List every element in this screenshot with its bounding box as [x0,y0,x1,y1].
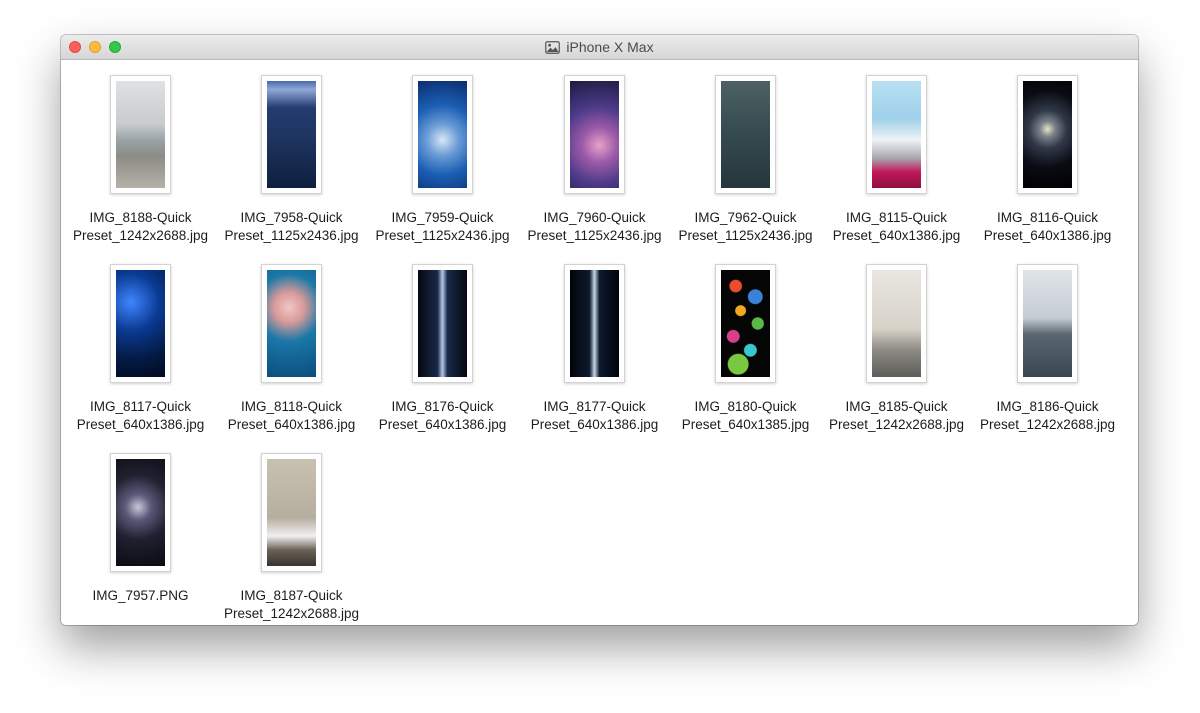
file-thumbnail[interactable] [412,264,473,383]
file-name[interactable]: IMG_8176-Quick Preset_640x1386.jpg [367,398,518,434]
file-name[interactable]: IMG_7962-Quick Preset_1125x2436.jpg [670,209,821,245]
file-name[interactable]: IMG_8188-Quick Preset_1242x2688.jpg [65,209,216,245]
file-thumbnail[interactable] [261,75,322,194]
file-name[interactable]: IMG_8116-Quick Preset_640x1386.jpg [972,209,1123,245]
file-name[interactable]: IMG_8180-Quick Preset_640x1385.jpg [670,398,821,434]
window-title-text: iPhone X Max [566,39,654,55]
file-name[interactable]: IMG_7958-Quick Preset_1125x2436.jpg [216,209,367,245]
file-thumbnail[interactable] [564,264,625,383]
title-bar[interactable]: iPhone X Max [61,35,1138,60]
file-thumbnail[interactable] [110,75,171,194]
file-name[interactable]: IMG_7960-Quick Preset_1125x2436.jpg [519,209,670,245]
file-grid[interactable]: IMG_8188-Quick Preset_1242x2688.jpg IMG_7… [61,60,1138,625]
file-thumbnail[interactable] [110,453,171,572]
file-thumbnail[interactable] [715,75,776,194]
file-name[interactable]: IMG_8177-Quick Preset_640x1386.jpg [519,398,670,434]
file-thumbnail[interactable] [110,264,171,383]
file-thumbnail[interactable] [412,75,473,194]
file-thumbnail[interactable] [715,264,776,383]
file-name[interactable]: IMG_8118-Quick Preset_640x1386.jpg [216,398,367,434]
file-thumbnail[interactable] [261,264,322,383]
file-name[interactable]: IMG_7957.PNG [65,587,216,605]
file-name[interactable]: IMG_8115-Quick Preset_640x1386.jpg [821,209,972,245]
file-name[interactable]: IMG_8186-Quick Preset_1242x2688.jpg [972,398,1123,434]
window-title: iPhone X Max [61,35,1138,59]
file-thumbnail[interactable] [1017,264,1078,383]
file-thumbnail[interactable] [866,264,927,383]
file-thumbnail[interactable] [866,75,927,194]
file-name[interactable]: IMG_8187-Quick Preset_1242x2688.jpg [216,587,367,623]
file-name[interactable]: IMG_8117-Quick Preset_640x1386.jpg [65,398,216,434]
file-name[interactable]: IMG_8185-Quick Preset_1242x2688.jpg [821,398,972,434]
file-thumbnail[interactable] [261,453,322,572]
image-icon [545,40,561,54]
finder-window: iPhone X Max IMG_8188-Quick Preset_1242x2… [61,35,1138,625]
file-thumbnail[interactable] [564,75,625,194]
file-thumbnail[interactable] [1017,75,1078,194]
file-name[interactable]: IMG_7959-Quick Preset_1125x2436.jpg [367,209,518,245]
